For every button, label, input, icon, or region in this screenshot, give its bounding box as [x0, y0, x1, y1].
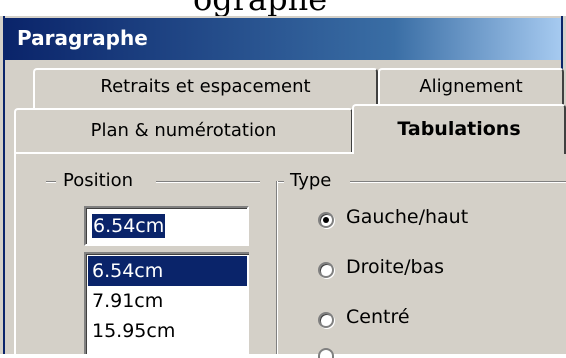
radio-button-icon[interactable]: [318, 262, 334, 278]
radio-checked-dot: [323, 217, 329, 223]
type-group-label: Type: [288, 170, 336, 191]
tab-retraits-espacement[interactable]: Retraits et espacement: [33, 68, 378, 108]
tab-alignement[interactable]: Alignement: [378, 68, 564, 108]
list-item[interactable]: 7.91cm: [88, 286, 247, 316]
title-bar[interactable]: Paragraphe: [5, 18, 561, 60]
list-item[interactable]: 6.54cm: [88, 256, 247, 286]
list-item[interactable]: 15.95cm: [88, 316, 247, 346]
radio-centre-label[interactable]: Centré: [346, 306, 410, 328]
type-group-frame-vertical: [276, 181, 278, 354]
window-border-left: [3, 16, 5, 354]
tab-tabulations[interactable]: Tabulations: [352, 104, 566, 154]
position-list[interactable]: 6.54cm 7.91cm 15.95cm: [84, 252, 249, 354]
radio-gauche-haut-label[interactable]: Gauche/haut: [346, 206, 468, 228]
cropped-top-text-strip: ographe: [0, 0, 566, 16]
cropped-heading-text: ographe: [193, 0, 327, 16]
position-group-frame-right: [156, 181, 260, 183]
window-title: Paragraphe: [17, 26, 148, 50]
radio-button-partial-icon[interactable]: [318, 348, 334, 358]
radio-button-icon[interactable]: [318, 212, 334, 228]
position-group-label: Position: [61, 170, 138, 191]
radio-button-icon[interactable]: [318, 312, 334, 328]
position-group-frame-left: [46, 181, 56, 183]
radio-droite-bas-label[interactable]: Droite/bas: [346, 256, 444, 278]
position-input-value: 6.54cm: [92, 214, 166, 238]
tab-plan-numerotation[interactable]: Plan & numérotation: [14, 108, 353, 152]
position-input[interactable]: 6.54cm: [84, 206, 249, 246]
type-group-frame-right: [350, 181, 566, 183]
